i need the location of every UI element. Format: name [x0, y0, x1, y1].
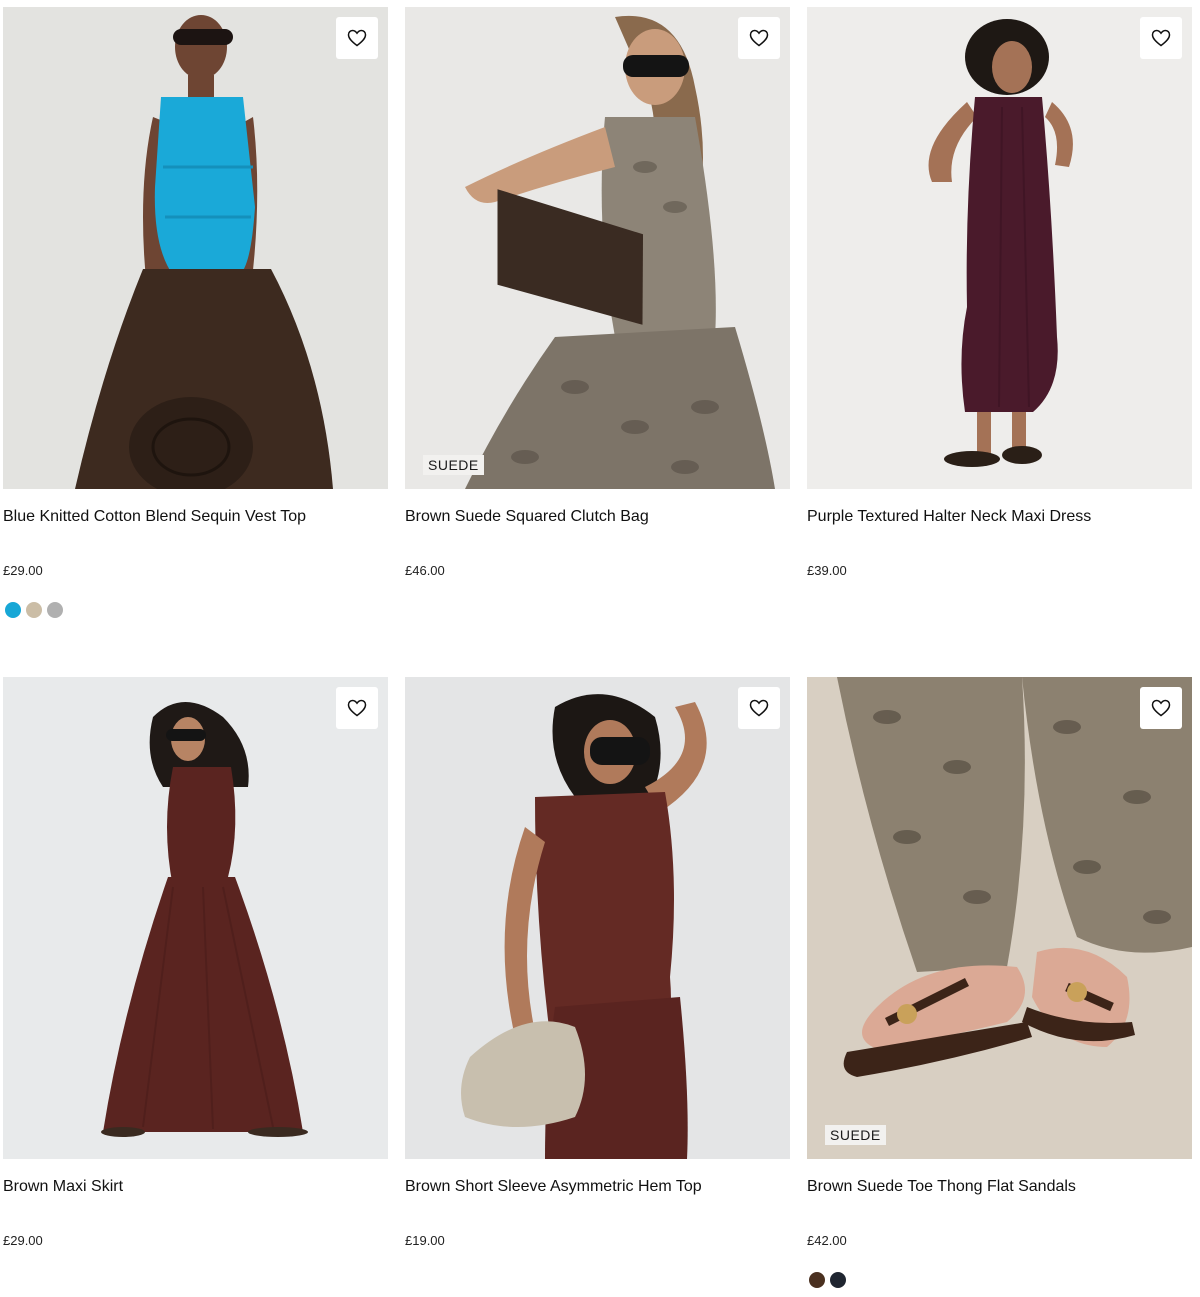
heart-outline-icon — [347, 29, 367, 47]
wishlist-button[interactable] — [1140, 687, 1182, 729]
product-price: £19.00 — [405, 1233, 445, 1248]
material-badge: SUEDE — [423, 455, 484, 475]
product-photo — [807, 677, 1192, 1159]
color-swatches — [5, 602, 63, 618]
heart-outline-icon — [749, 699, 769, 717]
heart-outline-icon — [1151, 29, 1171, 47]
product-price: £29.00 — [3, 1233, 43, 1248]
product-price: £42.00 — [807, 1233, 847, 1248]
product-image[interactable]: SUEDE — [807, 677, 1192, 1159]
product-card: Blue Knitted Cotton Blend Sequin Vest To… — [3, 7, 388, 627]
product-price: £39.00 — [807, 563, 847, 578]
color-swatch-brown[interactable] — [809, 1272, 825, 1288]
color-swatch-blue[interactable] — [5, 602, 21, 618]
heart-outline-icon — [347, 699, 367, 717]
product-name[interactable]: Blue Knitted Cotton Blend Sequin Vest To… — [3, 507, 306, 527]
product-name[interactable]: Brown Short Sleeve Asymmetric Hem Top — [405, 1177, 702, 1197]
wishlist-button[interactable] — [738, 17, 780, 59]
product-price: £29.00 — [3, 563, 43, 578]
product-image[interactable] — [3, 677, 388, 1159]
product-name[interactable]: Brown Suede Squared Clutch Bag — [405, 507, 649, 527]
product-card: Brown Short Sleeve Asymmetric Hem Top £1… — [405, 677, 790, 1297]
product-grid: Blue Knitted Cotton Blend Sequin Vest To… — [0, 0, 1200, 1293]
heart-outline-icon — [1151, 699, 1171, 717]
product-image[interactable]: SUEDE — [405, 7, 790, 489]
product-card: SUEDE Brown Suede Toe Thong Flat Sandals… — [807, 677, 1192, 1297]
color-swatch-beige[interactable] — [26, 602, 42, 618]
product-name[interactable]: Brown Suede Toe Thong Flat Sandals — [807, 1177, 1076, 1197]
product-card: SUEDE Brown Suede Squared Clutch Bag £46… — [405, 7, 790, 627]
material-badge: SUEDE — [825, 1125, 886, 1145]
product-name[interactable]: Brown Maxi Skirt — [3, 1177, 123, 1197]
wishlist-button[interactable] — [738, 687, 780, 729]
color-swatches — [809, 1272, 846, 1288]
color-swatch-black[interactable] — [830, 1272, 846, 1288]
product-photo — [405, 7, 790, 489]
product-image[interactable] — [405, 677, 790, 1159]
product-card: Purple Textured Halter Neck Maxi Dress £… — [807, 7, 1192, 627]
heart-outline-icon — [749, 29, 769, 47]
wishlist-button[interactable] — [336, 17, 378, 59]
product-image[interactable] — [807, 7, 1192, 489]
wishlist-button[interactable] — [336, 687, 378, 729]
product-card: Brown Maxi Skirt £29.00 — [3, 677, 388, 1297]
product-photo — [3, 7, 388, 489]
color-swatch-grey[interactable] — [47, 602, 63, 618]
product-photo — [807, 7, 1192, 489]
product-photo — [3, 677, 388, 1159]
product-price: £46.00 — [405, 563, 445, 578]
product-name[interactable]: Purple Textured Halter Neck Maxi Dress — [807, 507, 1091, 527]
wishlist-button[interactable] — [1140, 17, 1182, 59]
product-photo — [405, 677, 790, 1159]
product-image[interactable] — [3, 7, 388, 489]
